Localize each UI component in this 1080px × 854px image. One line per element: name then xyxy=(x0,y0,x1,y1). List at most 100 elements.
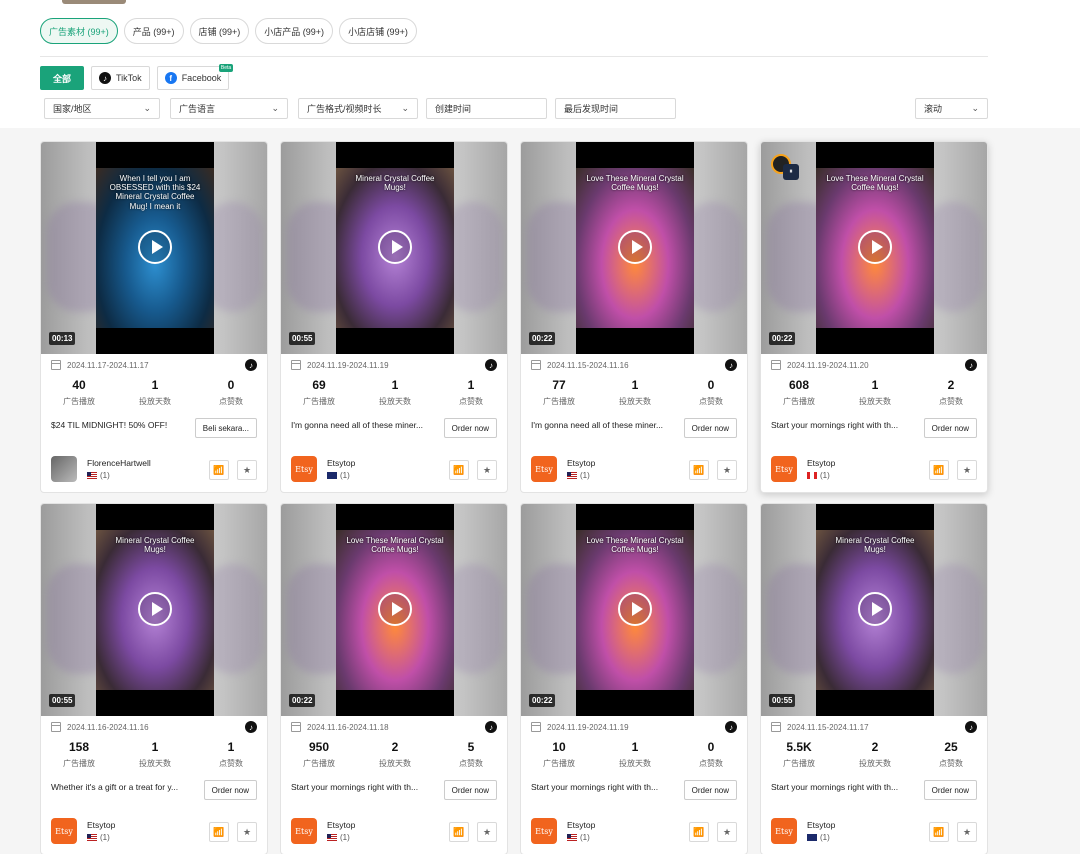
flag-icon xyxy=(87,472,97,479)
cta-button[interactable]: Order now xyxy=(923,418,977,438)
cta-button[interactable]: Order now xyxy=(443,418,497,438)
platform-facebook-button[interactable]: f Facebook Beta xyxy=(156,64,234,90)
advertiser[interactable]: Etsy Etsytop (1) xyxy=(771,818,835,844)
play-icon[interactable] xyxy=(138,230,172,264)
analytics-button[interactable]: 📶 xyxy=(689,460,709,480)
play-icon[interactable] xyxy=(138,592,172,626)
favorite-button[interactable]: ★ xyxy=(237,822,257,842)
favorite-button[interactable]: ★ xyxy=(717,822,737,842)
calendar-icon xyxy=(51,722,61,732)
chart-icon: 📶 xyxy=(213,464,225,475)
advertiser[interactable]: FlorenceHartwell (1) xyxy=(51,456,151,482)
play-icon[interactable] xyxy=(618,592,652,626)
ad-card[interactable]: Love These Mineral Crystal Coffee Mugs! … xyxy=(280,503,508,854)
ad-card[interactable]: Mineral Crystal Coffee Mugs! 00:55 2024.… xyxy=(40,503,268,854)
platform-tiktok-button[interactable]: ♪ TikTok xyxy=(91,66,150,90)
tab-stores[interactable]: 店铺 (99+) xyxy=(189,18,250,44)
advertiser[interactable]: Etsy Etsytop (1) xyxy=(51,818,115,844)
cta-button[interactable]: Order now xyxy=(203,780,257,800)
play-icon[interactable] xyxy=(378,230,412,264)
tab-shop-stores[interactable]: 小店店铺 (99+) xyxy=(339,18,417,44)
plays-label: 广告播放 xyxy=(543,397,575,406)
ad-description: Start your mornings right with th... xyxy=(531,782,659,792)
ad-card[interactable]: Love These Mineral Crystal Coffee Mugs! … xyxy=(520,503,748,854)
ad-media[interactable]: Mineral Crystal Coffee Mugs! 00:55 xyxy=(41,504,267,716)
favorite-button[interactable]: ★ xyxy=(717,460,737,480)
ad-media[interactable]: Mineral Crystal Coffee Mugs! 00:55 xyxy=(761,504,987,716)
tab-ad-creatives[interactable]: 广告素材 (99+) xyxy=(40,18,118,44)
advertiser[interactable]: Etsy Etsytop (1) xyxy=(291,818,355,844)
tab-shop-products[interactable]: 小店产品 (99+) xyxy=(255,18,334,44)
analytics-button[interactable]: 📶 xyxy=(209,460,229,480)
analytics-button[interactable]: 📶 xyxy=(449,460,469,480)
analytics-button[interactable]: 📶 xyxy=(209,822,229,842)
country-count: (1) xyxy=(100,833,110,842)
favorite-button[interactable]: ★ xyxy=(477,460,497,480)
analytics-button[interactable]: 📶 xyxy=(929,822,949,842)
star-icon: ★ xyxy=(482,826,492,837)
favorite-button[interactable]: ★ xyxy=(957,822,977,842)
advertiser[interactable]: Etsy Etsytop (1) xyxy=(531,818,595,844)
ad-description: Start your mornings right with th... xyxy=(771,782,899,792)
ad-media[interactable]: Love These Mineral Crystal Coffee Mugs! … xyxy=(761,142,987,354)
flag-icon xyxy=(567,472,577,479)
ad-stats: 608 广告播放 1 投放天数 2 点赞数 xyxy=(761,378,987,407)
last-seen-time-picker[interactable]: 最后发现时间 xyxy=(555,98,676,119)
stat-plays: 5.5K 广告播放 xyxy=(761,740,837,769)
stat-likes: 25 点赞数 xyxy=(913,740,987,769)
ad-card[interactable]: Mineral Crystal Coffee Mugs! 00:55 2024.… xyxy=(280,141,508,493)
ad-media[interactable]: Love These Mineral Crystal Coffee Mugs! … xyxy=(521,142,747,354)
advertiser[interactable]: Etsy Etsytop (1) xyxy=(771,456,835,482)
ad-media[interactable]: Love These Mineral Crystal Coffee Mugs! … xyxy=(521,504,747,716)
ad-card[interactable]: Love These Mineral Crystal Coffee Mugs! … xyxy=(520,141,748,493)
language-select[interactable]: 广告语言 ⌄ xyxy=(170,98,288,119)
platform-all-button[interactable]: 全部 xyxy=(40,66,85,90)
favorite-button[interactable]: ★ xyxy=(477,822,497,842)
ad-card[interactable]: Love These Mineral Crystal Coffee Mugs! … xyxy=(760,141,988,493)
advertiser-name: Etsytop xyxy=(567,458,596,468)
flag-icon xyxy=(807,834,817,841)
days-value: 1 xyxy=(631,378,639,392)
analytics-button[interactable]: 📶 xyxy=(689,822,709,842)
created-time-picker[interactable]: 创建时间 xyxy=(426,98,547,119)
sort-select[interactable]: 滚动 ⌄ xyxy=(915,98,988,119)
format-select[interactable]: 广告格式/视频时长 ⌄ xyxy=(298,98,418,119)
chevron-down-icon: ⌄ xyxy=(401,103,409,113)
language-select-label: 广告语言 xyxy=(179,104,216,114)
days-label: 投放天数 xyxy=(139,759,171,768)
tab-products[interactable]: 产品 (99+) xyxy=(123,18,184,44)
favorite-button[interactable]: ★ xyxy=(957,460,977,480)
ad-card[interactable]: When I tell you I am OBSESSED with this … xyxy=(40,141,268,493)
analytics-button[interactable]: 📶 xyxy=(449,822,469,842)
ad-media[interactable]: Mineral Crystal Coffee Mugs! 00:55 xyxy=(281,142,507,354)
cta-button[interactable]: Beli sekara... xyxy=(194,418,257,438)
star-icon: ★ xyxy=(722,826,732,837)
star-icon: ★ xyxy=(722,464,732,475)
country-count: (1) xyxy=(100,471,110,480)
favorite-button[interactable]: ★ xyxy=(237,460,257,480)
play-icon[interactable] xyxy=(858,230,892,264)
play-icon[interactable] xyxy=(618,230,652,264)
cta-button[interactable]: Order now xyxy=(683,418,737,438)
last-seen-time-label: 最后发现时间 xyxy=(564,104,619,114)
region-select[interactable]: 国家/地区 ⌄ xyxy=(44,98,160,119)
cta-button[interactable]: Order now xyxy=(443,780,497,800)
stat-likes: 0 点赞数 xyxy=(673,740,747,769)
analytics-button[interactable]: 📶 xyxy=(929,460,949,480)
advertiser[interactable]: Etsy Etsytop (1) xyxy=(531,456,595,482)
advertiser-country: (1) xyxy=(807,471,835,480)
ad-card[interactable]: Mineral Crystal Coffee Mugs! 00:55 2024.… xyxy=(760,503,988,854)
ad-media[interactable]: When I tell you I am OBSESSED with this … xyxy=(41,142,267,354)
advertiser[interactable]: Etsy Etsytop (1) xyxy=(291,456,355,482)
chart-icon: 📶 xyxy=(453,464,465,475)
play-icon[interactable] xyxy=(858,592,892,626)
cta-button[interactable]: Order now xyxy=(923,780,977,800)
advertiser-info: Etsytop (1) xyxy=(557,458,595,480)
ad-media[interactable]: Love These Mineral Crystal Coffee Mugs! … xyxy=(281,504,507,716)
play-icon[interactable] xyxy=(378,592,412,626)
cta-button[interactable]: Order now xyxy=(683,780,737,800)
date-range: 2024.11.16-2024.11.18 xyxy=(291,722,389,732)
ad-stats: 158 广告播放 1 投放天数 1 点赞数 xyxy=(41,740,267,769)
star-icon: ★ xyxy=(962,826,972,837)
ad-stats: 10 广告播放 1 投放天数 0 点赞数 xyxy=(521,740,747,769)
